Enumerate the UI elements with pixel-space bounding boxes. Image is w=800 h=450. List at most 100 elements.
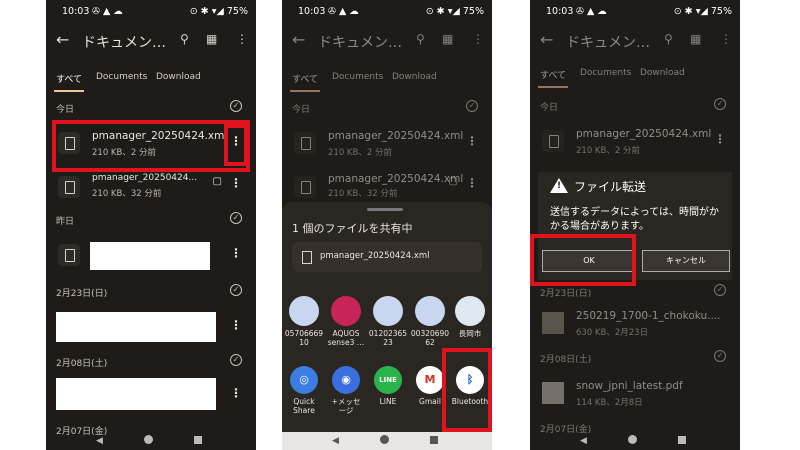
tab-all[interactable]: すべて xyxy=(292,72,318,85)
share-app-quick-share[interactable]: ◎ Quick Share xyxy=(284,366,324,415)
select-check-icon[interactable]: ✓ xyxy=(230,212,242,224)
select-check-icon[interactable]: ✓ xyxy=(230,354,242,366)
file-name: snow_jpni_latest.pdf xyxy=(576,380,683,392)
file-type-icon: ▢ xyxy=(212,176,222,187)
file-more-icon[interactable]: ⋮ xyxy=(230,176,242,190)
file-more-icon[interactable]: ⋮ xyxy=(230,386,242,400)
highlight-box xyxy=(530,234,636,286)
home-nav-icon[interactable] xyxy=(380,435,389,444)
screen-share-sheet: 10:03 ✇ ▲ ☁ ⊙ ✱ ▾◢ 75% ← ドキュメン… ⚲ ▦ ⋮ すべ… xyxy=(282,0,492,450)
dialog-message: 送信するデータによっては、時間がかかる場合があります。 xyxy=(550,207,719,232)
tab-all[interactable]: すべて xyxy=(540,68,566,81)
tab-download[interactable]: Download xyxy=(640,68,685,78)
share-contact-1[interactable]: 05706669 10 xyxy=(284,296,324,347)
recents-nav-icon[interactable] xyxy=(430,436,438,444)
status-left-icons: ✇ ▲ ☁ xyxy=(92,6,123,17)
back-arrow-icon[interactable]: ← xyxy=(292,30,305,49)
status-left-icons: ✇ ▲ ☁ xyxy=(576,6,607,17)
home-nav-icon[interactable] xyxy=(144,435,153,444)
file-name: pmanager_20250424.xml xyxy=(328,173,464,185)
status-bar: 10:03 ✇ ▲ ☁ ⊙ ✱ ▾◢ 75% xyxy=(46,0,256,24)
tab-download[interactable]: Download xyxy=(156,72,201,82)
home-nav-icon[interactable] xyxy=(628,435,637,444)
contact-name: 01202365 23 xyxy=(368,329,408,347)
nav-bar: ◀ xyxy=(46,432,256,450)
search-icon[interactable]: ⚲ xyxy=(416,32,425,46)
tab-bar: すべて Documents Download xyxy=(282,66,492,96)
grid-view-icon[interactable]: ▦ xyxy=(690,32,701,46)
tab-bar: すべて Documents Download xyxy=(46,66,256,96)
recents-nav-icon[interactable] xyxy=(678,436,686,444)
redacted-area xyxy=(56,378,216,410)
share-app-plus-message[interactable]: ◉ +メッセ ージ xyxy=(326,366,366,415)
active-tab-indicator xyxy=(290,90,320,92)
back-nav-icon[interactable]: ◀ xyxy=(332,436,339,446)
select-all-check-icon[interactable]: ✓ xyxy=(230,100,242,112)
tab-documents[interactable]: Documents xyxy=(580,68,631,78)
active-tab-indicator xyxy=(538,86,568,88)
section-header-today: 今日 xyxy=(540,103,559,113)
file-meta: 630 KB、2月23日 xyxy=(576,328,649,338)
file-more-icon[interactable]: ⋮ xyxy=(466,134,478,148)
recents-nav-icon[interactable] xyxy=(194,436,202,444)
grid-view-icon[interactable]: ▦ xyxy=(206,32,217,46)
shared-file-name: pmanager_20250424.xml xyxy=(320,251,430,261)
file-thumbnail xyxy=(542,382,564,404)
file-more-icon[interactable]: ⋮ xyxy=(230,318,242,332)
more-options-icon[interactable]: ⋮ xyxy=(720,32,732,46)
highlight-box xyxy=(52,120,250,172)
status-icons: ⊙ ✱ ▾◢ xyxy=(673,6,708,17)
tab-documents[interactable]: Documents xyxy=(332,72,383,82)
tab-bar: すべて Documents Download xyxy=(530,62,740,92)
tab-all[interactable]: すべて xyxy=(56,72,82,85)
battery-level: 75% xyxy=(226,6,248,17)
back-nav-icon[interactable]: ◀ xyxy=(96,436,103,446)
sheet-drag-handle[interactable] xyxy=(367,208,403,211)
file-icon xyxy=(542,130,564,152)
cancel-button[interactable]: キャンセル xyxy=(642,250,730,272)
section-header-today: 今日 xyxy=(56,105,75,115)
share-contact-2[interactable]: AQUOS sense3 … xyxy=(326,296,366,347)
search-icon[interactable]: ⚲ xyxy=(664,32,673,46)
status-right: ⊙ ✱ ▾◢ 75% xyxy=(190,6,248,17)
share-contact-3[interactable]: 01202365 23 xyxy=(368,296,408,347)
section-header-feb23: 2月23日(日) xyxy=(540,289,592,299)
file-more-icon[interactable]: ⋮ xyxy=(714,132,726,146)
share-contact-5[interactable]: 長岡市 xyxy=(450,296,490,338)
search-icon[interactable]: ⚲ xyxy=(180,32,189,46)
contact-avatar xyxy=(289,296,319,326)
file-more-icon[interactable]: ⋮ xyxy=(230,246,242,260)
highlight-box xyxy=(442,348,492,432)
status-right: ⊙ ✱ ▾◢ 75% xyxy=(674,6,732,17)
section-header-yesterday: 昨日 xyxy=(56,217,75,227)
file-meta: 210 KB、32 分前 xyxy=(92,189,162,199)
share-app-line[interactable]: LINE LINE xyxy=(368,366,408,406)
battery-level: 75% xyxy=(462,6,484,17)
file-more-icon[interactable]: ⋮ xyxy=(466,176,478,190)
more-options-icon[interactable]: ⋮ xyxy=(472,32,484,46)
back-nav-icon[interactable]: ◀ xyxy=(580,436,587,446)
contact-name: 05706669 10 xyxy=(284,329,324,347)
active-tab-indicator xyxy=(54,90,84,92)
status-right: ⊙ ✱ ▾◢ 75% xyxy=(426,6,484,17)
tab-download[interactable]: Download xyxy=(392,72,437,82)
highlight-menu-box xyxy=(224,124,248,166)
select-check-icon[interactable]: ✓ xyxy=(714,350,726,362)
select-check-icon[interactable]: ✓ xyxy=(714,284,726,296)
status-bar: 10:03 ✇ ▲ ☁ ⊙ ✱ ▾◢ 75% xyxy=(282,0,492,24)
back-arrow-icon[interactable]: ← xyxy=(56,30,69,49)
share-contact-4[interactable]: 00320690 62 xyxy=(410,296,450,347)
app-name: LINE xyxy=(379,397,397,406)
tab-documents[interactable]: Documents xyxy=(96,72,147,82)
select-all-check-icon[interactable]: ✓ xyxy=(714,98,726,110)
app-bar: ← ドキュメン… ⚲ ▦ ⋮ xyxy=(530,24,740,60)
back-arrow-icon[interactable]: ← xyxy=(540,30,553,49)
select-all-check-icon[interactable]: ✓ xyxy=(466,100,478,112)
grid-view-icon[interactable]: ▦ xyxy=(442,32,453,46)
share-sheet-title: 1 個のファイルを共有中 xyxy=(292,222,413,235)
more-options-icon[interactable]: ⋮ xyxy=(236,32,248,46)
select-check-icon[interactable]: ✓ xyxy=(230,284,242,296)
section-header-today: 今日 xyxy=(292,105,311,115)
status-time: 10:03 xyxy=(62,6,90,17)
status-icons: ⊙ ✱ ▾◢ xyxy=(189,6,224,17)
